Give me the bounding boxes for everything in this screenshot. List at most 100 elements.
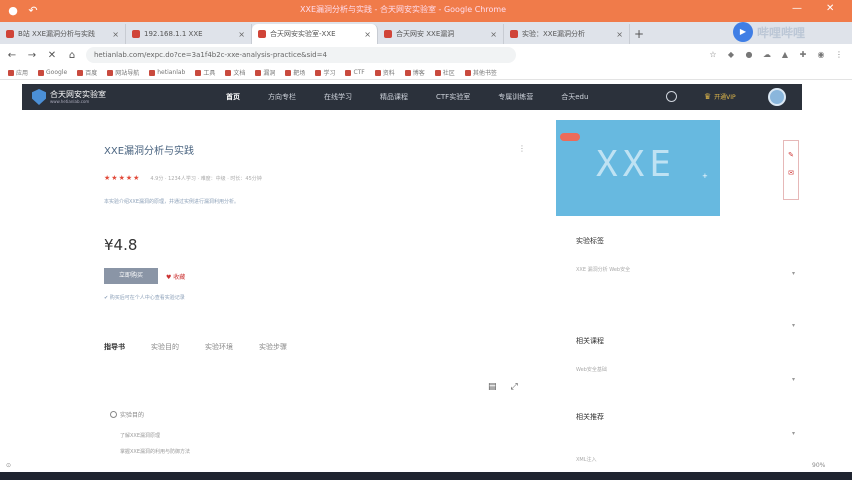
- favorite-label: 收藏: [173, 274, 186, 281]
- browser-tab[interactable]: 合天网安 XXE漏洞 ×: [378, 24, 504, 44]
- tab-bar: B站 XXE漏洞分析与实践 × 192.168.1.1 XXE × 合天网安实验室-…: [0, 22, 852, 44]
- share-icon[interactable]: ⋮: [518, 144, 526, 153]
- bookmark-favicon-icon: [77, 69, 84, 76]
- bookmark-item[interactable]: 其他书签: [464, 68, 497, 77]
- site-logo[interactable]: 合天网安实验室 www.hetianlab.com: [32, 89, 106, 105]
- purchase-notice: ✔ 购买后可在个人中心查看实验记录: [104, 295, 185, 301]
- bookmark-star-icon[interactable]: ☆: [708, 50, 718, 60]
- menu-icon[interactable]: ⋮: [834, 50, 844, 60]
- window-titlebar: ● ↶ XXE漏洞分析与实践 - 合天网安实验室 - Google Chrome…: [0, 0, 852, 22]
- sidebar-section-line[interactable]: XML注入: [576, 456, 597, 463]
- tab-guide[interactable]: 指导书: [104, 342, 125, 352]
- nav-columns[interactable]: 方向专栏: [268, 92, 296, 102]
- browser-tab[interactable]: B站 XXE漏洞分析与实践 ×: [0, 24, 126, 44]
- extension-icon[interactable]: ▲: [780, 50, 790, 60]
- favorite-button[interactable]: ♥ 收藏: [166, 272, 185, 281]
- home-icon[interactable]: ⌂: [64, 50, 80, 61]
- bookmark-label: 百度: [85, 70, 98, 77]
- avatar[interactable]: [768, 88, 786, 106]
- bookmark-item[interactable]: 工具: [195, 68, 215, 77]
- document-icon[interactable]: ▤: [488, 382, 497, 392]
- tab-favicon-icon: [132, 30, 140, 38]
- player-overlay: ▶ 哔哩哔哩: [733, 22, 805, 42]
- extension-icon[interactable]: ◆: [726, 50, 736, 60]
- thumbnail-text: XXE: [596, 144, 677, 185]
- star-icon: ★: [111, 174, 118, 182]
- tab-label: B站 XXE漏洞分析与实践: [18, 30, 96, 38]
- taskbar: [0, 472, 852, 480]
- bookmark-label: Google: [46, 69, 68, 76]
- vip-label: 开通VIP: [714, 94, 736, 101]
- edit-icon[interactable]: ✎: [784, 151, 798, 159]
- forward-icon[interactable]: →: [24, 50, 40, 61]
- star-icon: ★: [118, 174, 125, 182]
- bookmark-item[interactable]: 博客: [404, 68, 425, 77]
- tab-close-icon[interactable]: ×: [238, 30, 245, 39]
- bookmark-item[interactable]: 靶场: [285, 68, 305, 77]
- url-input[interactable]: hetianlab.com/expc.do?ce=3a1f4b2c-xxe-an…: [86, 47, 516, 63]
- bookmark-label: 靶场: [293, 70, 306, 77]
- back-history-icon[interactable]: ↶: [26, 4, 40, 18]
- extensions-puzzle-icon[interactable]: ✚: [798, 50, 808, 60]
- bookmark-favicon-icon: [107, 69, 114, 76]
- browser-tab-active[interactable]: 合天网安实验室-XXE ×: [252, 24, 378, 44]
- sidebar-section-line[interactable]: Web安全基础: [576, 366, 607, 373]
- browser-tab[interactable]: 实验：XXE漏洞分析 ×: [504, 24, 630, 44]
- reload-icon[interactable]: ✕: [44, 50, 60, 61]
- bookmark-item[interactable]: 文档: [225, 68, 245, 77]
- bookmark-label: 网站导航: [115, 70, 140, 77]
- profile-icon[interactable]: ◉: [816, 50, 826, 60]
- extension-icon[interactable]: ☁: [762, 50, 772, 60]
- bookmark-item[interactable]: 学习: [315, 68, 335, 77]
- nav-training[interactable]: 专属训练营: [498, 92, 533, 102]
- bookmark-item[interactable]: 社区: [434, 68, 455, 77]
- bookmark-item[interactable]: CTF: [345, 69, 365, 76]
- guide-line: 掌握XXE漏洞的利用与防御方法: [120, 449, 191, 455]
- back-icon[interactable]: ←: [4, 50, 20, 61]
- bookmark-item[interactable]: Google: [38, 69, 67, 76]
- bookmark-item[interactable]: 网站导航: [107, 68, 139, 77]
- bookmark-label: 文档: [233, 70, 246, 77]
- nav-home[interactable]: 首页: [226, 92, 240, 102]
- buy-button[interactable]: 立即购买: [104, 268, 158, 284]
- bookmark-favicon-icon: [374, 69, 381, 76]
- nav-edu[interactable]: 合天edu: [561, 92, 588, 102]
- star-icon: ★: [104, 174, 111, 182]
- tab-steps[interactable]: 实验步骤: [259, 342, 287, 352]
- nav-courses[interactable]: 精品课程: [380, 92, 408, 102]
- bookmark-item[interactable]: 应用: [8, 68, 28, 77]
- bookmark-label: hetianlab: [157, 69, 186, 76]
- minimize-icon[interactable]: —: [792, 3, 802, 14]
- tab-purpose[interactable]: 实验目的: [151, 342, 179, 352]
- tab-close-icon[interactable]: ×: [364, 30, 371, 39]
- close-window-icon[interactable]: ✕: [826, 3, 834, 14]
- tab-close-icon[interactable]: ×: [112, 30, 119, 39]
- feedback-icon[interactable]: ✉: [784, 169, 798, 177]
- tab-environment[interactable]: 实验环境: [205, 342, 233, 352]
- tab-favicon-icon: [384, 30, 392, 38]
- nav-ctf-lab[interactable]: CTF实验室: [436, 92, 470, 102]
- bookmark-favicon-icon: [285, 69, 292, 76]
- extension-icon[interactable]: ●: [744, 50, 754, 60]
- logo-subtitle: www.hetianlab.com: [50, 99, 90, 104]
- edge-mark-icon: ▾: [792, 430, 796, 437]
- bookmark-item[interactable]: 资料: [374, 68, 395, 77]
- section-title-text: 实验目的: [120, 412, 145, 419]
- bookmark-favicon-icon: [404, 69, 411, 76]
- player-overlay-text: 哔哩哔哩: [757, 25, 806, 40]
- tab-close-icon[interactable]: ×: [616, 30, 623, 39]
- nav-online-learning[interactable]: 在线学习: [324, 92, 352, 102]
- rating-meta: 4.9分 · 1234人学习 · 难度：中级 · 时长：45分钟: [150, 175, 262, 182]
- browser-tab[interactable]: 192.168.1.1 XXE ×: [126, 24, 252, 44]
- fullscreen-icon[interactable]: ⤢: [511, 382, 518, 392]
- vip-link[interactable]: ♛ 开通VIP: [704, 92, 736, 101]
- tab-close-icon[interactable]: ×: [490, 30, 497, 39]
- search-icon[interactable]: [666, 91, 677, 102]
- bookmark-label: CTF: [353, 69, 365, 76]
- bookmark-item[interactable]: 百度: [77, 68, 97, 77]
- bookmark-item[interactable]: hetianlab: [149, 69, 185, 76]
- window-title: XXE漏洞分析与实践 - 合天网安实验室 - Google Chrome: [300, 5, 507, 14]
- bookmark-item[interactable]: 漏洞: [255, 68, 275, 77]
- bookmark-favicon-icon: [225, 69, 232, 76]
- new-tab-button[interactable]: +: [630, 24, 648, 44]
